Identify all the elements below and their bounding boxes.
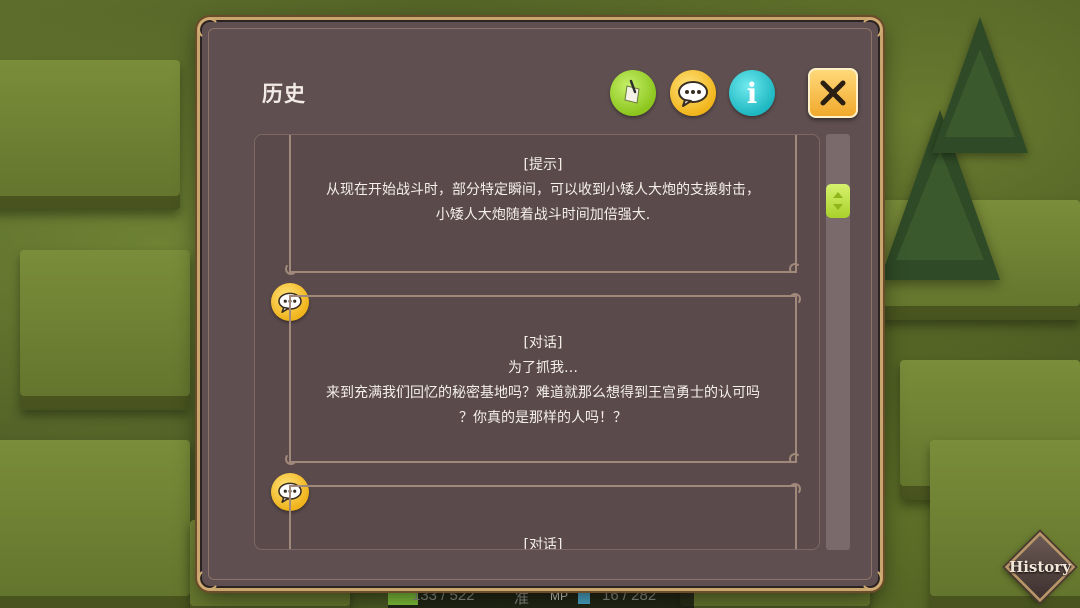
entry-line: 来到充满我们回忆的秘密基地吗？难道就那么想得到王宫勇士的认可吗 (326, 385, 760, 401)
close-icon (820, 80, 846, 106)
hp-value: 133 / 522 (412, 587, 475, 604)
scrollbar[interactable] (826, 134, 850, 550)
history-entry: [对话] (289, 483, 801, 550)
entry-line: ？你真的是那样的人吗！？ (459, 410, 627, 426)
history-button[interactable]: History (1003, 531, 1077, 603)
scroll-arrows-icon (833, 192, 843, 210)
entry-tag: [对话] (523, 335, 563, 351)
hp-mp-hud: 133 / 522 准 MP 16 / 282 (388, 586, 694, 608)
entry-tag: [提示] (523, 157, 563, 173)
entry-line: 为了抓我… (508, 360, 578, 376)
quest-note-icon (624, 79, 640, 104)
entry-line: 从现在开始战斗时，部分特定瞬间，可以收到小矮人大炮的支援射击， (326, 182, 760, 198)
chat-filter-button[interactable] (670, 70, 716, 116)
entry-tag: [对话] (523, 537, 563, 550)
info-button[interactable]: i (729, 70, 775, 116)
mp-value: 16 / 282 (602, 587, 657, 604)
history-entry: [对话] 为了抓我… 来到充满我们回忆的秘密基地吗？难道就那么想得到王宫勇士的认… (285, 293, 801, 465)
info-icon: i (746, 77, 758, 110)
history-list[interactable]: [提示] 从现在开始战斗时，部分特定瞬间，可以收到小矮人大炮的支援射击， 小矮人… (254, 134, 820, 550)
quest-filter-button[interactable] (610, 70, 656, 116)
scroll-thumb[interactable] (826, 184, 850, 218)
mp-bar-fill (578, 590, 590, 604)
close-button[interactable] (808, 68, 858, 118)
history-entry: [提示] 从现在开始战斗时，部分特定瞬间，可以收到小矮人大炮的支援射击， 小矮人… (285, 135, 801, 275)
chat-icon (678, 81, 708, 107)
history-dialog: 历史 i [提示] 从现在开始战斗时，部分特定瞬间，可以收到小矮人大炮的支援射击… (198, 18, 882, 590)
entry-line: 小矮人大炮随着战斗时间加倍强大. (435, 207, 651, 223)
hud-separator: 准 (514, 590, 530, 607)
history-button-label: History (1009, 558, 1071, 576)
mp-label: MP (550, 589, 568, 603)
dialog-title: 历史 (262, 82, 306, 106)
